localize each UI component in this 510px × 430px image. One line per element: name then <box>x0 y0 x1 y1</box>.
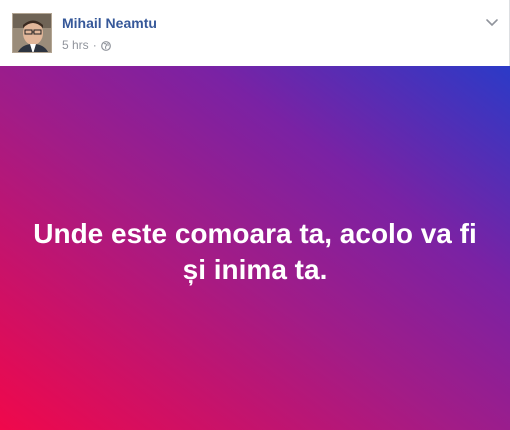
meta-separator: · <box>92 38 97 52</box>
post-header: Mihail Neamtu 5 hrs · <box>0 0 510 66</box>
post-card: Mihail Neamtu 5 hrs · Unde este comoara … <box>0 0 510 430</box>
status-background: Unde este comoara ta, acolo va fi și ini… <box>0 66 510 430</box>
chevron-down-icon[interactable] <box>484 14 500 30</box>
globe-icon[interactable] <box>100 40 111 51</box>
author-name[interactable]: Mihail Neamtu <box>62 15 157 31</box>
post-meta: 5 hrs · <box>62 38 111 52</box>
status-text: Unde este comoara ta, acolo va fi și ini… <box>33 218 477 285</box>
avatar[interactable] <box>12 13 52 53</box>
post-timestamp[interactable]: 5 hrs <box>62 38 89 52</box>
